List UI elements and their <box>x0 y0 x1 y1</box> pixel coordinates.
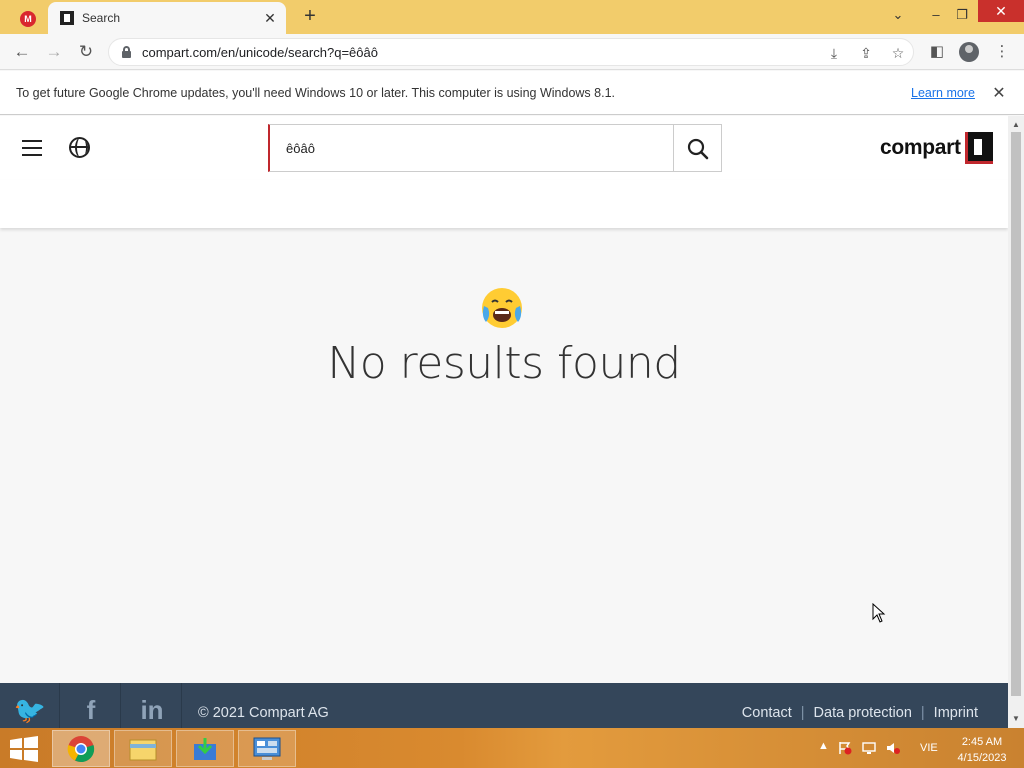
input-language[interactable]: VIE <box>920 742 938 754</box>
tab-mega[interactable]: M <box>10 4 46 34</box>
twitter-link[interactable]: 🐦 <box>0 683 60 728</box>
scroll-down-arrow-icon[interactable]: ▼ <box>1008 712 1024 726</box>
page-scrollbar[interactable]: ▲ ▼ <box>1008 116 1024 728</box>
hamburger-menu-icon[interactable] <box>22 140 42 156</box>
taskbar-control-panel[interactable] <box>238 730 296 767</box>
install-icon[interactable]: ⤓ <box>825 44 843 62</box>
share-icon[interactable]: ⇪ <box>857 44 875 62</box>
tray-overflow-icon[interactable]: ▲ <box>818 740 829 752</box>
tab-search-dropdown-icon[interactable]: ⌄ <box>884 4 912 26</box>
restore-button[interactable]: ❐ <box>948 4 976 26</box>
search-icon <box>687 138 709 160</box>
windows-taskbar: ▲ VIE 2:45 AM 4/15/2023 <box>0 728 1024 768</box>
address-bar[interactable]: compart.com/en/unicode/search?q=êôâô ⤓ ⇪… <box>108 38 914 66</box>
browser-toolbar: ← → ↻ compart.com/en/unicode/search?q=êô… <box>0 34 1024 70</box>
folder-icon <box>129 739 157 761</box>
scrollbar-thumb[interactable] <box>1011 132 1021 696</box>
tab-title: Search <box>82 11 121 25</box>
facebook-link[interactable]: f <box>61 683 121 728</box>
tab-search[interactable]: Search ✕ <box>48 2 286 34</box>
no-results-heading: No results found <box>327 338 681 389</box>
taskbar-file-explorer[interactable] <box>114 730 172 767</box>
page-viewport: êôâô compart No results found 🐦 f in © 2… <box>0 116 1008 728</box>
reload-button[interactable]: ↻ <box>76 42 96 62</box>
compart-logo-mark-icon <box>964 132 993 164</box>
linkedin-link[interactable]: in <box>122 683 182 728</box>
side-panel-icon[interactable]: ◧ <box>927 42 947 62</box>
update-infobar: To get future Google Chrome updates, you… <box>0 71 1024 115</box>
system-clock[interactable]: 2:45 AM 4/15/2023 <box>955 734 1009 766</box>
taskbar-download-app[interactable] <box>176 730 234 767</box>
learn-more-link[interactable]: Learn more <box>911 86 975 100</box>
clock-date: 4/15/2023 <box>957 752 1007 764</box>
mega-icon: M <box>20 11 36 27</box>
infobar-close-icon[interactable]: ✕ <box>990 83 1008 103</box>
linkedin-icon: in <box>140 695 164 725</box>
new-tab-button[interactable]: + <box>300 6 320 27</box>
crying-face-icon <box>482 288 522 328</box>
action-center-flag-icon[interactable] <box>838 741 852 755</box>
volume-muted-icon[interactable] <box>886 741 900 755</box>
footer-links: Contact | Data protection | Imprint <box>741 705 978 721</box>
compart-logo[interactable]: compart <box>880 132 993 164</box>
twitter-icon: 🐦 <box>13 695 47 725</box>
lock-icon[interactable] <box>122 46 131 58</box>
more-menu-icon[interactable]: ⋮ <box>992 42 1012 62</box>
bookmark-star-icon[interactable]: ☆ <box>889 44 907 62</box>
facebook-icon: f <box>86 695 96 725</box>
download-app-icon <box>194 738 216 760</box>
compart-favicon-icon <box>60 11 74 25</box>
tab-close-icon[interactable]: ✕ <box>262 10 278 26</box>
infobar-message: To get future Google Chrome updates, you… <box>16 86 615 100</box>
copyright-text: © 2021 Compart AG <box>198 705 329 721</box>
close-window-button[interactable]: ✕ <box>978 0 1024 22</box>
search-input[interactable]: êôâô <box>268 124 674 172</box>
minimize-button[interactable]: – <box>922 4 950 26</box>
back-button[interactable]: ← <box>12 42 32 62</box>
chrome-icon <box>67 736 95 763</box>
search-button[interactable] <box>673 124 722 172</box>
tab-strip: M Search ✕ + ⌄ – ❐ ✕ <box>0 0 1024 34</box>
taskbar-chrome[interactable] <box>52 730 110 767</box>
sub-header-bar <box>0 180 1008 228</box>
site-footer: 🐦 f in © 2021 Compart AG Contact | Data … <box>0 683 1008 728</box>
site-header: êôâô compart <box>0 116 1008 180</box>
control-panel-icon <box>253 737 281 760</box>
logo-text: compart <box>880 136 961 159</box>
search-input-value[interactable]: êôâô <box>286 141 315 156</box>
clock-time: 2:45 AM <box>961 736 1003 748</box>
url-text[interactable]: compart.com/en/unicode/search?q=êôâô <box>142 45 378 60</box>
forward-button[interactable]: → <box>44 42 64 62</box>
footer-link-contact[interactable]: Contact <box>742 705 792 721</box>
profile-avatar-icon[interactable] <box>959 42 979 62</box>
windows-start-icon[interactable] <box>8 736 40 762</box>
footer-link-data-protection[interactable]: Data protection <box>814 705 912 721</box>
globe-language-icon[interactable] <box>69 137 90 158</box>
footer-link-imprint[interactable]: Imprint <box>934 705 978 721</box>
mouse-cursor-icon <box>872 603 886 623</box>
network-icon[interactable] <box>862 741 876 755</box>
scroll-up-arrow-icon[interactable]: ▲ <box>1008 118 1024 132</box>
